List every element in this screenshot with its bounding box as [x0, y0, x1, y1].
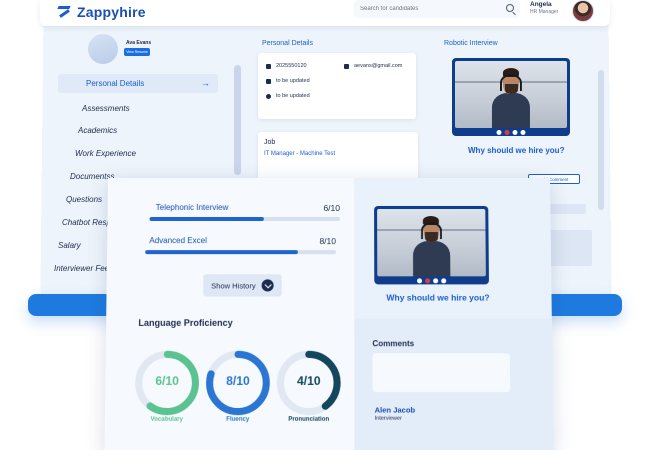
user-role: HR Manager — [530, 9, 558, 15]
address-row: to be updated — [266, 93, 310, 99]
score-value: 8/10 — [319, 236, 336, 246]
personal-details-title: Personal Details — [262, 40, 313, 47]
brand-name: Zappyhire — [77, 4, 146, 20]
user-name: Angela — [530, 1, 558, 8]
zappyhire-logo-icon — [58, 5, 72, 19]
view-resume-button[interactable]: View Resume — [124, 48, 150, 56]
show-history-label: Show History — [211, 281, 256, 290]
interviewee-figure — [413, 217, 450, 276]
chevron-down-icon — [262, 279, 274, 291]
email-row: aevans@gmail.com — [344, 63, 402, 69]
ring-value: 8/10 — [204, 374, 271, 388]
ring-value: 4/10 — [275, 374, 342, 388]
robotic-interview-title: Robotic Interview — [444, 40, 498, 47]
evaluation-card: Telephonic Interview 6/10 Advanced Excel… — [104, 178, 553, 450]
search-icon[interactable] — [506, 4, 514, 12]
search-box — [354, 0, 520, 18]
score-label: Advanced Excel — [149, 236, 207, 245]
sidebar-item-academics[interactable]: Academics — [78, 126, 117, 135]
comment-field-back — [548, 204, 586, 214]
home-icon — [266, 94, 271, 99]
video-controls — [417, 278, 446, 283]
right-scrollbar[interactable] — [598, 70, 604, 210]
user-info: Angela HR Manager — [530, 1, 558, 15]
camera-icon[interactable] — [513, 130, 518, 135]
score-track — [150, 217, 340, 221]
phone-value: 2025550120 — [276, 63, 307, 69]
end-call-icon[interactable] — [425, 278, 430, 283]
search-input[interactable] — [360, 6, 500, 12]
job-title: Job — [264, 139, 275, 146]
interview-question: Why should we hire you? — [386, 292, 489, 302]
score-value: 6/10 — [323, 203, 340, 213]
mail-icon — [344, 64, 349, 69]
show-history-button[interactable]: Show History — [203, 274, 282, 296]
interviewee-figure — [492, 69, 530, 128]
comments-title: Comments — [372, 339, 414, 348]
ring-pronunciation: 4/10 Pronunciation — [275, 349, 342, 416]
sidebar-item-label: Personal Details — [86, 79, 144, 88]
sidebar-item-salary[interactable]: Salary — [58, 241, 81, 250]
top-bar: Zappyhire Angela HR Manager — [40, 0, 610, 26]
end-call-icon[interactable] — [505, 130, 510, 135]
email-value: aevans@gmail.com — [354, 63, 402, 69]
ring-label: Pronunciation — [265, 417, 352, 423]
comment-input[interactable] — [372, 353, 510, 392]
user-avatar[interactable] — [572, 0, 594, 22]
job-card: Job IT Manager - Machine Test — [258, 132, 418, 180]
language-proficiency-title: Language Proficiency — [138, 318, 232, 328]
camera-icon[interactable] — [433, 278, 438, 283]
sidebar-item-work-experience[interactable]: Work Experience — [75, 149, 136, 158]
robotic-interview-video[interactable] — [452, 58, 570, 136]
interview-question: Why should we hire you? — [468, 146, 564, 155]
ring-vocabulary: 6/10 Vocabulary — [133, 349, 200, 416]
mic-icon[interactable] — [417, 278, 422, 283]
candidate-name: Ava Evans — [126, 40, 151, 46]
sidebar-item-personal-details[interactable]: Personal Details → — [58, 74, 218, 93]
phone-row: 2025550120 — [266, 63, 307, 69]
reviewer-name: Alen Jacob — [375, 405, 416, 414]
job-role: IT Manager - Machine Test — [264, 151, 335, 157]
arrow-right-icon: → — [201, 78, 210, 88]
score-fill — [150, 217, 264, 221]
linkedin-value: to be updated — [276, 78, 310, 84]
score-fill — [145, 250, 298, 254]
headset-icon — [421, 222, 442, 240]
personal-details-card: 2025550120 aevans@gmail.com to be update… — [258, 53, 416, 119]
more-icon[interactable] — [521, 130, 526, 135]
linkedin-icon — [266, 79, 271, 84]
reviewer-role: Interviewer — [375, 416, 402, 422]
video-frame — [377, 209, 486, 276]
interview-video[interactable] — [374, 206, 489, 284]
sidebar-item-assessments[interactable]: Assessments — [82, 104, 130, 113]
score-track — [145, 250, 336, 254]
address-value: to be updated — [276, 93, 310, 99]
more-icon[interactable] — [441, 278, 446, 283]
mic-icon[interactable] — [497, 130, 502, 135]
sidebar-scrollbar[interactable] — [234, 65, 241, 175]
phone-icon — [266, 64, 271, 69]
headset-icon — [500, 74, 521, 92]
score-label: Telephonic Interview — [156, 203, 229, 212]
sidebar-item-questions[interactable]: Questions — [66, 195, 102, 204]
linkedin-row: to be updated — [266, 78, 310, 84]
ring-value: 6/10 — [134, 374, 201, 388]
video-frame — [455, 61, 567, 128]
video-controls — [497, 130, 526, 135]
brand-logo[interactable]: Zappyhire — [58, 4, 146, 20]
candidate-avatar — [88, 34, 118, 64]
ring-fluency: 8/10 Fluency — [204, 349, 271, 416]
robotic-interview-panel: Robotic Interview Why should we hire you… — [432, 34, 600, 174]
